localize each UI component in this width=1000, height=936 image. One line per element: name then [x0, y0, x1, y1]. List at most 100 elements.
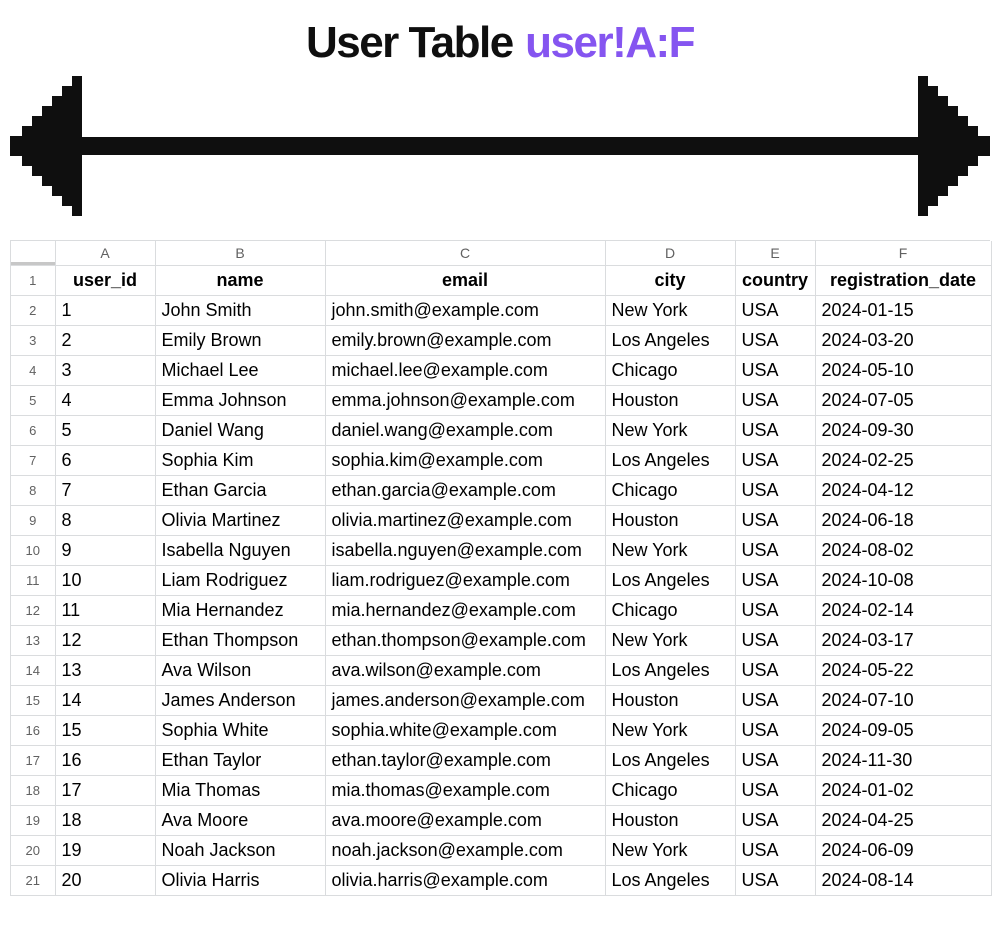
cell-country[interactable]: USA — [735, 746, 815, 776]
cell-user_id[interactable]: 2 — [55, 326, 155, 356]
cell-country[interactable]: USA — [735, 596, 815, 626]
cell-email[interactable]: emily.brown@example.com — [325, 326, 605, 356]
row-number[interactable]: 6 — [11, 416, 55, 446]
table-row[interactable]: 54Emma Johnsonemma.johnson@example.comHo… — [11, 386, 991, 416]
cell-email[interactable]: olivia.martinez@example.com — [325, 506, 605, 536]
cell-country[interactable]: USA — [735, 776, 815, 806]
table-row[interactable]: 1110Liam Rodriguezliam.rodriguez@example… — [11, 566, 991, 596]
cell-user_id[interactable]: 18 — [55, 806, 155, 836]
cell-user_id[interactable]: 7 — [55, 476, 155, 506]
table-row[interactable]: 32Emily Brownemily.brown@example.comLos … — [11, 326, 991, 356]
cell-registration_date[interactable]: 2024-11-30 — [815, 746, 991, 776]
cell-name[interactable]: Liam Rodriguez — [155, 566, 325, 596]
row-number[interactable]: 18 — [11, 776, 55, 806]
row-number[interactable]: 5 — [11, 386, 55, 416]
cell-country[interactable]: USA — [735, 626, 815, 656]
table-row[interactable]: 98Olivia Martinezolivia.martinez@example… — [11, 506, 991, 536]
cell-country[interactable]: USA — [735, 566, 815, 596]
cell-registration_date[interactable]: 2024-03-17 — [815, 626, 991, 656]
cell-email[interactable]: john.smith@example.com — [325, 296, 605, 326]
cell-user_id[interactable]: 1 — [55, 296, 155, 326]
cell-email[interactable]: olivia.harris@example.com — [325, 866, 605, 896]
row-number[interactable]: 19 — [11, 806, 55, 836]
cell-name[interactable]: Emily Brown — [155, 326, 325, 356]
cell-city[interactable]: Los Angeles — [605, 746, 735, 776]
row-number[interactable]: 10 — [11, 536, 55, 566]
spreadsheet[interactable]: A B C D E F 1user_idnameemailcitycountry… — [10, 240, 990, 896]
cell-name[interactable]: Olivia Martinez — [155, 506, 325, 536]
cell-country[interactable]: USA — [735, 836, 815, 866]
cell-email[interactable]: michael.lee@example.com — [325, 356, 605, 386]
row-number[interactable]: 9 — [11, 506, 55, 536]
cell-name[interactable]: Michael Lee — [155, 356, 325, 386]
cell-country[interactable]: USA — [735, 386, 815, 416]
cell-country[interactable]: USA — [735, 416, 815, 446]
cell-name[interactable]: Sophia White — [155, 716, 325, 746]
cell-country[interactable]: USA — [735, 446, 815, 476]
cell-country[interactable]: USA — [735, 656, 815, 686]
select-all-cell[interactable] — [11, 241, 55, 266]
column-header-D[interactable]: D — [605, 241, 735, 266]
field-header-city[interactable]: city — [605, 266, 735, 296]
cell-name[interactable]: Ethan Garcia — [155, 476, 325, 506]
cell-user_id[interactable]: 15 — [55, 716, 155, 746]
cell-country[interactable]: USA — [735, 326, 815, 356]
cell-registration_date[interactable]: 2024-07-10 — [815, 686, 991, 716]
cell-name[interactable]: Mia Hernandez — [155, 596, 325, 626]
row-number[interactable]: 20 — [11, 836, 55, 866]
field-header-email[interactable]: email — [325, 266, 605, 296]
cell-user_id[interactable]: 20 — [55, 866, 155, 896]
cell-registration_date[interactable]: 2024-10-08 — [815, 566, 991, 596]
cell-email[interactable]: ethan.garcia@example.com — [325, 476, 605, 506]
cell-name[interactable]: Mia Thomas — [155, 776, 325, 806]
cell-user_id[interactable]: 12 — [55, 626, 155, 656]
cell-name[interactable]: Olivia Harris — [155, 866, 325, 896]
cell-user_id[interactable]: 10 — [55, 566, 155, 596]
row-number[interactable]: 15 — [11, 686, 55, 716]
field-header-name[interactable]: name — [155, 266, 325, 296]
cell-country[interactable]: USA — [735, 296, 815, 326]
cell-registration_date[interactable]: 2024-07-05 — [815, 386, 991, 416]
cell-registration_date[interactable]: 2024-01-15 — [815, 296, 991, 326]
cell-email[interactable]: daniel.wang@example.com — [325, 416, 605, 446]
cell-registration_date[interactable]: 2024-02-25 — [815, 446, 991, 476]
cell-email[interactable]: mia.thomas@example.com — [325, 776, 605, 806]
column-header-C[interactable]: C — [325, 241, 605, 266]
cell-user_id[interactable]: 13 — [55, 656, 155, 686]
cell-city[interactable]: Houston — [605, 386, 735, 416]
field-header-user_id[interactable]: user_id — [55, 266, 155, 296]
cell-registration_date[interactable]: 2024-04-12 — [815, 476, 991, 506]
column-header-E[interactable]: E — [735, 241, 815, 266]
cell-city[interactable]: Houston — [605, 806, 735, 836]
row-number[interactable]: 4 — [11, 356, 55, 386]
cell-city[interactable]: Chicago — [605, 596, 735, 626]
cell-city[interactable]: Chicago — [605, 476, 735, 506]
cell-city[interactable]: Los Angeles — [605, 866, 735, 896]
cell-user_id[interactable]: 8 — [55, 506, 155, 536]
field-header-country[interactable]: country — [735, 266, 815, 296]
row-number[interactable]: 21 — [11, 866, 55, 896]
cell-city[interactable]: New York — [605, 416, 735, 446]
cell-city[interactable]: Houston — [605, 686, 735, 716]
cell-email[interactable]: isabella.nguyen@example.com — [325, 536, 605, 566]
row-number[interactable]: 2 — [11, 296, 55, 326]
cell-city[interactable]: Houston — [605, 506, 735, 536]
cell-user_id[interactable]: 16 — [55, 746, 155, 776]
cell-registration_date[interactable]: 2024-04-25 — [815, 806, 991, 836]
cell-country[interactable]: USA — [735, 866, 815, 896]
row-number[interactable]: 14 — [11, 656, 55, 686]
cell-registration_date[interactable]: 2024-05-22 — [815, 656, 991, 686]
cell-email[interactable]: mia.hernandez@example.com — [325, 596, 605, 626]
row-number[interactable]: 3 — [11, 326, 55, 356]
cell-country[interactable]: USA — [735, 686, 815, 716]
column-header-A[interactable]: A — [55, 241, 155, 266]
cell-registration_date[interactable]: 2024-08-14 — [815, 866, 991, 896]
cell-name[interactable]: James Anderson — [155, 686, 325, 716]
table-header-row[interactable]: 1user_idnameemailcitycountryregistration… — [11, 266, 991, 296]
cell-user_id[interactable]: 4 — [55, 386, 155, 416]
cell-email[interactable]: liam.rodriguez@example.com — [325, 566, 605, 596]
table-row[interactable]: 109Isabella Nguyenisabella.nguyen@exampl… — [11, 536, 991, 566]
cell-name[interactable]: Sophia Kim — [155, 446, 325, 476]
cell-email[interactable]: ethan.taylor@example.com — [325, 746, 605, 776]
cell-city[interactable]: New York — [605, 296, 735, 326]
